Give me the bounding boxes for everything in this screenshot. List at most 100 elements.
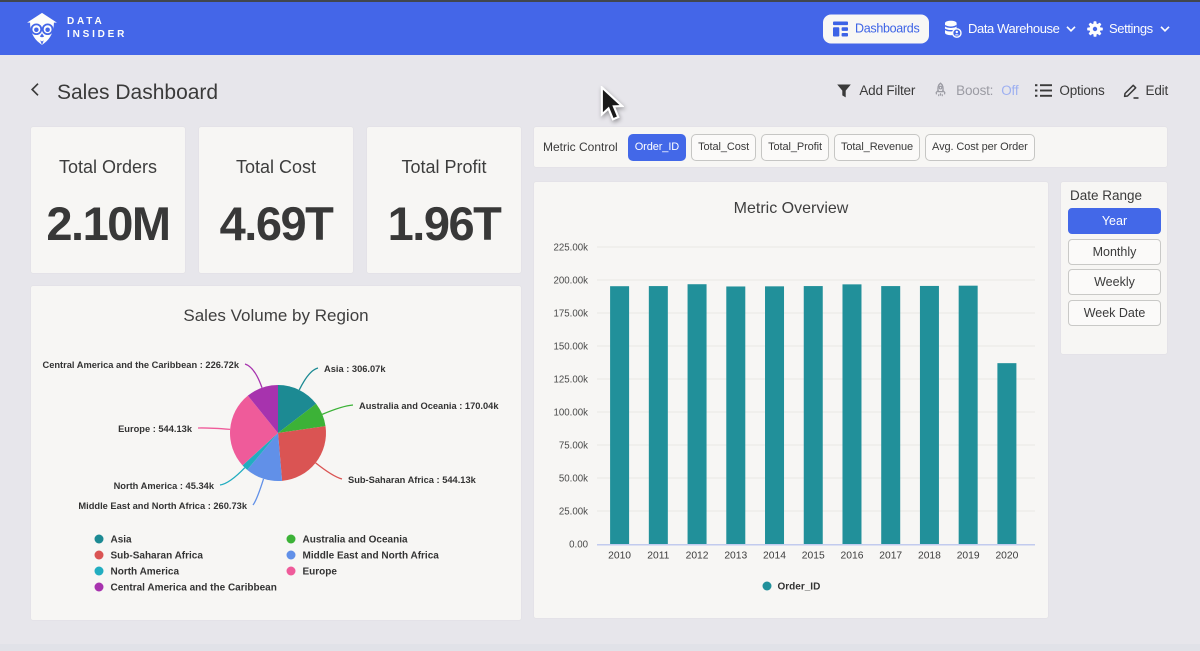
x-tick-label: 2019 <box>957 551 980 562</box>
pie-leader-line <box>253 479 264 505</box>
list-icon <box>1035 83 1052 98</box>
pie-chart-card: Sales Volume by Region Asia : 306.07kAus… <box>31 286 521 620</box>
kpi-value: 1.96T <box>388 196 501 251</box>
back-button[interactable] <box>28 82 43 97</box>
pie-chart[interactable]: Asia : 306.07k Australia and Oceania : 17… <box>31 286 521 620</box>
nav-settings[interactable]: Settings <box>1087 21 1170 37</box>
legend-label: Central America and the Caribbean <box>111 583 277 594</box>
chevron-down-icon <box>1066 26 1076 32</box>
pie-label: Middle East and North Africa : 260.73k <box>78 501 247 511</box>
legend-label: Europe <box>303 567 338 578</box>
legend-dot <box>95 583 104 592</box>
x-tick-label: 2014 <box>763 551 786 562</box>
y-tick-label: 75.00k <box>559 441 588 452</box>
y-tick-label: 0.00 <box>569 540 588 551</box>
navbar: DATA INSIDER Dashboards Data Warehouse <box>0 2 1200 55</box>
window-top-edge <box>0 0 1200 2</box>
legend-label: North America <box>111 567 180 578</box>
x-tick-label: 2012 <box>686 551 709 562</box>
pie-label: North America : 45.34k <box>114 481 215 491</box>
bar-chart[interactable]: 0.0025.00k50.00k75.00k100.00k125.00k150.… <box>534 182 1048 618</box>
y-tick-label: 50.00k <box>559 474 588 485</box>
bar-chart-card: Metric Overview 0.0025.00k50.00k75.00k10… <box>534 182 1048 618</box>
nav-data-warehouse[interactable]: Data Warehouse <box>943 20 1076 38</box>
gear-icon <box>1087 21 1103 37</box>
metric-button-total-profit[interactable]: Total_Profit <box>761 134 829 161</box>
kpi-value: 4.69T <box>220 196 333 251</box>
metric-button-order-id[interactable]: Order_ID <box>628 134 686 161</box>
x-tick-label: 2017 <box>879 551 902 562</box>
toolbar-actions: Add Filter Boost:Off Options <box>836 82 1168 99</box>
kpi-card-total-cost: Total Cost 4.69T <box>199 127 353 273</box>
date-range-button-monthly[interactable]: Monthly <box>1068 239 1161 265</box>
date-range-panel: Date Range Year Monthly Weekly Week Date <box>1061 182 1167 354</box>
legend-label: Australia and Oceania <box>303 535 408 546</box>
metric-button-avg-cost-per-order[interactable]: Avg. Cost per Order <box>925 134 1035 161</box>
date-range-button-weekly[interactable]: Weekly <box>1068 269 1161 295</box>
pie-label: Sub-Saharan Africa : 544.13k <box>348 475 477 485</box>
legend-dot <box>287 567 296 576</box>
nav-dashboards-label: Dashboards <box>855 22 919 36</box>
bar-2015[interactable] <box>804 286 823 544</box>
x-tick-label: 2013 <box>724 551 747 562</box>
bar-2013[interactable] <box>726 286 745 544</box>
x-tick-label: 2016 <box>841 551 864 562</box>
bar-2017[interactable] <box>881 286 900 544</box>
nav-dashboards[interactable]: Dashboards <box>823 14 929 43</box>
pie-leader-line <box>299 368 318 390</box>
y-tick-label: 100.00k <box>554 408 589 419</box>
nav-settings-label: Settings <box>1109 21 1153 36</box>
pie-leader-line <box>322 405 353 414</box>
options-button[interactable]: Options <box>1035 83 1104 98</box>
chevron-down-icon <box>1160 26 1170 32</box>
date-range-button-year[interactable]: Year <box>1068 208 1161 234</box>
dashboards-icon <box>833 21 848 36</box>
y-tick-label: 150.00k <box>554 342 589 353</box>
filter-icon <box>836 83 852 99</box>
y-tick-label: 175.00k <box>554 309 589 320</box>
window-bottom-edge <box>0 644 1200 651</box>
x-tick-label: 2015 <box>802 551 825 562</box>
bar-2016[interactable] <box>842 284 861 544</box>
legend-dot <box>287 551 296 560</box>
kpi-label: Total Cost <box>236 157 316 178</box>
y-tick-label: 200.00k <box>554 276 589 287</box>
boost-toggle[interactable]: Boost:Off <box>932 82 1018 99</box>
legend-label: Sub-Saharan Africa <box>111 551 204 562</box>
bar-2019[interactable] <box>959 286 978 544</box>
date-range-buttons: Year Monthly Weekly Week Date <box>1068 208 1160 326</box>
legend-label: Asia <box>111 535 133 546</box>
bar-2020[interactable] <box>997 363 1016 544</box>
bar-2012[interactable] <box>688 284 707 544</box>
pie-label: Asia : 306.07k <box>324 364 386 374</box>
pie-slice-sub-saharan-africa[interactable] <box>278 426 326 481</box>
rocket-icon <box>932 82 949 99</box>
add-filter-button[interactable]: Add Filter <box>836 83 915 99</box>
add-filter-label: Add Filter <box>859 83 915 98</box>
metric-control-bar: Metric Control Order_IDTotal_CostTotal_P… <box>534 127 1167 167</box>
legend-label: Middle East and North Africa <box>303 551 440 562</box>
y-tick-label: 225.00k <box>554 243 589 254</box>
kpi-card-total-profit: Total Profit 1.96T <box>367 127 521 273</box>
bar-2014[interactable] <box>765 286 784 544</box>
kpi-card-total-orders: Total Orders 2.10M <box>31 127 185 273</box>
date-range-title: Date Range <box>1070 188 1160 203</box>
pie-label: Australia and Oceania : 170.04k <box>359 401 499 411</box>
legend-dot <box>95 535 104 544</box>
metric-control-label: Metric Control <box>543 140 618 154</box>
bar-2010[interactable] <box>610 286 629 544</box>
date-range-button-week-date[interactable]: Week Date <box>1068 300 1161 326</box>
data-warehouse-icon <box>943 20 962 38</box>
metric-button-total-revenue[interactable]: Total_Revenue <box>834 134 920 161</box>
kpi-value: 2.10M <box>46 196 169 251</box>
pie-leader-line <box>245 364 262 388</box>
bar-2011[interactable] <box>649 286 668 544</box>
metric-button-total-cost[interactable]: Total_Cost <box>691 134 756 161</box>
pie-label: Central America and the Caribbean : 226.… <box>42 360 239 370</box>
y-tick-label: 25.00k <box>559 507 588 518</box>
edit-button[interactable]: Edit <box>1122 82 1168 99</box>
kpi-label: Total Profit <box>401 157 486 178</box>
bar-2018[interactable] <box>920 286 939 544</box>
nav-menu: Dashboards Data Warehouse <box>0 2 1200 55</box>
pie-leader-line <box>220 468 245 485</box>
